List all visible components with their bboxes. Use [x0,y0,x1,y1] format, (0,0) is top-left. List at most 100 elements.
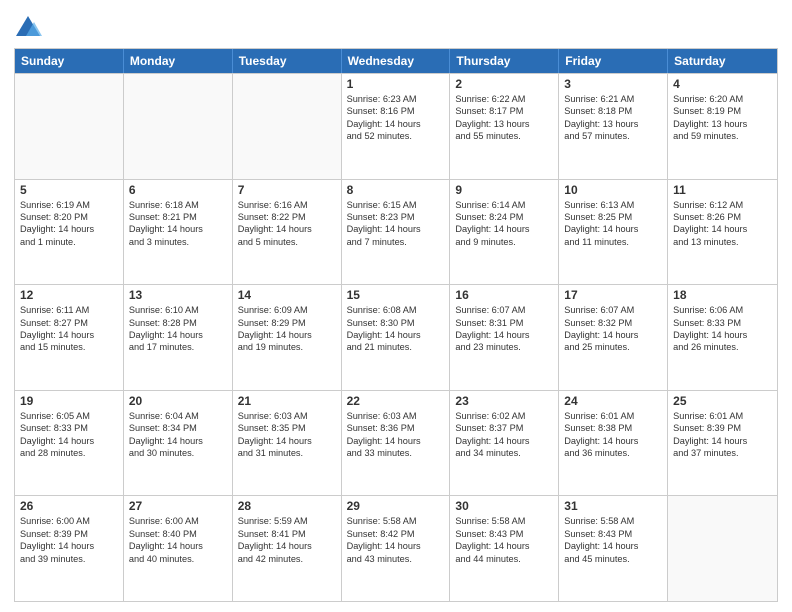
day-info: Sunrise: 6:10 AM Sunset: 8:28 PM Dayligh… [129,304,227,354]
day-number: 19 [20,394,118,408]
week-row-1: 1 Sunrise: 6:23 AM Sunset: 8:16 PM Daylig… [15,73,777,179]
day-number: 3 [564,77,662,91]
day-number: 22 [347,394,445,408]
day-info: Sunrise: 6:08 AM Sunset: 8:30 PM Dayligh… [347,304,445,354]
day-info: Sunrise: 6:19 AM Sunset: 8:20 PM Dayligh… [20,199,118,249]
day-cell-13: 13 Sunrise: 6:10 AM Sunset: 8:28 PM Dayli… [124,285,233,390]
day-cell-19: 19 Sunrise: 6:05 AM Sunset: 8:33 PM Dayli… [15,391,124,496]
day-number: 28 [238,499,336,513]
day-info: Sunrise: 6:15 AM Sunset: 8:23 PM Dayligh… [347,199,445,249]
day-info: Sunrise: 6:03 AM Sunset: 8:36 PM Dayligh… [347,410,445,460]
day-info: Sunrise: 5:58 AM Sunset: 8:43 PM Dayligh… [564,515,662,565]
header-day-monday: Monday [124,49,233,73]
day-cell-31: 31 Sunrise: 5:58 AM Sunset: 8:43 PM Dayli… [559,496,668,601]
day-info: Sunrise: 6:14 AM Sunset: 8:24 PM Dayligh… [455,199,553,249]
day-info: Sunrise: 6:05 AM Sunset: 8:33 PM Dayligh… [20,410,118,460]
day-number: 31 [564,499,662,513]
day-info: Sunrise: 6:07 AM Sunset: 8:31 PM Dayligh… [455,304,553,354]
day-cell-11: 11 Sunrise: 6:12 AM Sunset: 8:26 PM Dayli… [668,180,777,285]
day-cell-25: 25Sunrise: 6:01 AM Sunset: 8:39 PM Dayli… [668,391,777,496]
day-number: 4 [673,77,772,91]
header-day-friday: Friday [559,49,668,73]
calendar-header-row: SundayMondayTuesdayWednesdayThursdayFrid… [15,49,777,73]
day-cell-4: 4 Sunrise: 6:20 AM Sunset: 8:19 PM Daylig… [668,74,777,179]
day-cell-17: 17 Sunrise: 6:07 AM Sunset: 8:32 PM Dayli… [559,285,668,390]
week-row-5: 26 Sunrise: 6:00 AM Sunset: 8:39 PM Dayli… [15,495,777,601]
day-number: 27 [129,499,227,513]
day-cell-14: 14 Sunrise: 6:09 AM Sunset: 8:29 PM Dayli… [233,285,342,390]
day-number: 26 [20,499,118,513]
day-number: 2 [455,77,553,91]
header-day-tuesday: Tuesday [233,49,342,73]
header-day-wednesday: Wednesday [342,49,451,73]
empty-cell [668,496,777,601]
day-info: Sunrise: 6:07 AM Sunset: 8:32 PM Dayligh… [564,304,662,354]
day-cell-6: 6 Sunrise: 6:18 AM Sunset: 8:21 PM Daylig… [124,180,233,285]
day-info: Sunrise: 6:00 AM Sunset: 8:40 PM Dayligh… [129,515,227,565]
day-info: Sunrise: 6:18 AM Sunset: 8:21 PM Dayligh… [129,199,227,249]
day-cell-20: 20Sunrise: 6:04 AM Sunset: 8:34 PM Dayli… [124,391,233,496]
empty-cell [233,74,342,179]
day-number: 16 [455,288,553,302]
day-cell-2: 2 Sunrise: 6:22 AM Sunset: 8:17 PM Daylig… [450,74,559,179]
day-cell-21: 21 Sunrise: 6:03 AM Sunset: 8:35 PM Dayli… [233,391,342,496]
day-info: Sunrise: 6:11 AM Sunset: 8:27 PM Dayligh… [20,304,118,354]
day-info: Sunrise: 6:00 AM Sunset: 8:39 PM Dayligh… [20,515,118,565]
week-row-4: 19 Sunrise: 6:05 AM Sunset: 8:33 PM Dayli… [15,390,777,496]
day-number: 17 [564,288,662,302]
day-cell-8: 8Sunrise: 6:15 AM Sunset: 8:23 PM Daylig… [342,180,451,285]
day-number: 14 [238,288,336,302]
day-number: 13 [129,288,227,302]
day-info: Sunrise: 5:58 AM Sunset: 8:43 PM Dayligh… [455,515,553,565]
day-cell-23: 23Sunrise: 6:02 AM Sunset: 8:37 PM Dayli… [450,391,559,496]
day-number: 9 [455,183,553,197]
day-number: 10 [564,183,662,197]
logo [14,14,46,42]
day-info: Sunrise: 5:59 AM Sunset: 8:41 PM Dayligh… [238,515,336,565]
day-number: 21 [238,394,336,408]
day-number: 11 [673,183,772,197]
empty-cell [15,74,124,179]
day-number: 15 [347,288,445,302]
header [14,10,778,42]
header-day-sunday: Sunday [15,49,124,73]
empty-cell [124,74,233,179]
header-day-thursday: Thursday [450,49,559,73]
day-cell-7: 7 Sunrise: 6:16 AM Sunset: 8:22 PM Daylig… [233,180,342,285]
day-info: Sunrise: 6:16 AM Sunset: 8:22 PM Dayligh… [238,199,336,249]
day-number: 24 [564,394,662,408]
logo-icon [14,14,42,42]
day-info: Sunrise: 6:03 AM Sunset: 8:35 PM Dayligh… [238,410,336,460]
day-info: Sunrise: 6:13 AM Sunset: 8:25 PM Dayligh… [564,199,662,249]
day-number: 23 [455,394,553,408]
day-cell-30: 30 Sunrise: 5:58 AM Sunset: 8:43 PM Dayli… [450,496,559,601]
day-info: Sunrise: 6:01 AM Sunset: 8:38 PM Dayligh… [564,410,662,460]
day-info: Sunrise: 6:22 AM Sunset: 8:17 PM Dayligh… [455,93,553,143]
day-cell-1: 1 Sunrise: 6:23 AM Sunset: 8:16 PM Daylig… [342,74,451,179]
day-number: 29 [347,499,445,513]
day-number: 12 [20,288,118,302]
day-cell-10: 10 Sunrise: 6:13 AM Sunset: 8:25 PM Dayli… [559,180,668,285]
day-info: Sunrise: 6:09 AM Sunset: 8:29 PM Dayligh… [238,304,336,354]
page: SundayMondayTuesdayWednesdayThursdayFrid… [0,0,792,612]
day-number: 1 [347,77,445,91]
day-number: 6 [129,183,227,197]
day-cell-16: 16 Sunrise: 6:07 AM Sunset: 8:31 PM Dayli… [450,285,559,390]
day-number: 30 [455,499,553,513]
day-number: 7 [238,183,336,197]
week-row-3: 12 Sunrise: 6:11 AM Sunset: 8:27 PM Dayli… [15,284,777,390]
day-cell-26: 26 Sunrise: 6:00 AM Sunset: 8:39 PM Dayli… [15,496,124,601]
day-info: Sunrise: 5:58 AM Sunset: 8:42 PM Dayligh… [347,515,445,565]
day-info: Sunrise: 6:23 AM Sunset: 8:16 PM Dayligh… [347,93,445,143]
day-cell-9: 9 Sunrise: 6:14 AM Sunset: 8:24 PM Daylig… [450,180,559,285]
day-info: Sunrise: 6:20 AM Sunset: 8:19 PM Dayligh… [673,93,772,143]
calendar: SundayMondayTuesdayWednesdayThursdayFrid… [14,48,778,602]
day-info: Sunrise: 6:21 AM Sunset: 8:18 PM Dayligh… [564,93,662,143]
day-info: Sunrise: 6:12 AM Sunset: 8:26 PM Dayligh… [673,199,772,249]
day-cell-29: 29 Sunrise: 5:58 AM Sunset: 8:42 PM Dayli… [342,496,451,601]
day-info: Sunrise: 6:06 AM Sunset: 8:33 PM Dayligh… [673,304,772,354]
day-cell-27: 27 Sunrise: 6:00 AM Sunset: 8:40 PM Dayli… [124,496,233,601]
calendar-body: 1 Sunrise: 6:23 AM Sunset: 8:16 PM Daylig… [15,73,777,601]
day-cell-18: 18Sunrise: 6:06 AM Sunset: 8:33 PM Dayli… [668,285,777,390]
day-cell-28: 28 Sunrise: 5:59 AM Sunset: 8:41 PM Dayli… [233,496,342,601]
